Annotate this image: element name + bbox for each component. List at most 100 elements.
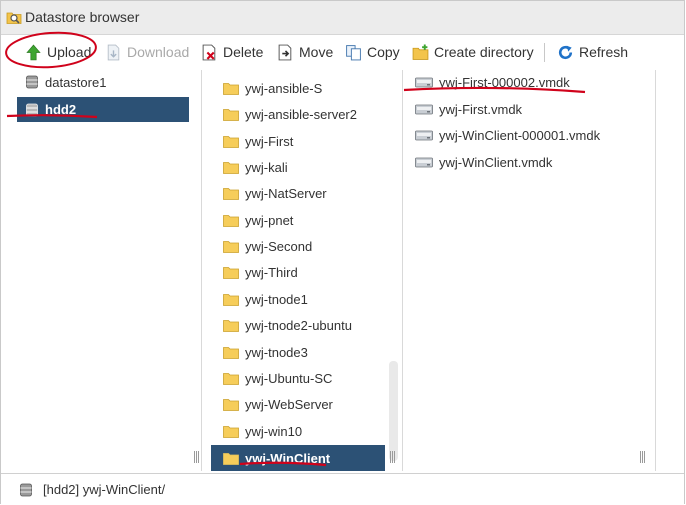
upload-label: Upload bbox=[47, 44, 92, 60]
column-resize-grip[interactable] bbox=[390, 451, 396, 463]
folder-item[interactable]: ywj-win10 bbox=[211, 419, 385, 443]
pane-divider bbox=[201, 70, 202, 471]
folder-icon bbox=[223, 398, 239, 411]
database-icon bbox=[20, 483, 32, 497]
download-icon bbox=[107, 44, 120, 60]
toolbar: Upload Download Delete Move Copy Create … bbox=[1, 35, 684, 69]
folder-label: ywj-kali bbox=[245, 159, 288, 175]
folder-item[interactable]: ywj-kali bbox=[211, 155, 385, 179]
file-list: ywj-First-000002.vmdk ywj-First.vmdk ywj… bbox=[403, 70, 655, 471]
folder-icon bbox=[223, 240, 239, 253]
folder-label: ywj-WinClient bbox=[245, 450, 331, 466]
datastore-browser-window: Datastore browser Upload Download Delete bbox=[0, 0, 685, 505]
folder-label: ywj-Ubuntu-SC bbox=[245, 370, 333, 386]
folder-label: ywj-win10 bbox=[245, 423, 303, 439]
folder-item[interactable]: ywj-Second bbox=[211, 234, 385, 258]
refresh-icon bbox=[558, 45, 573, 59]
folder-icon bbox=[223, 161, 239, 174]
file-item[interactable]: ywj-WinClient.vmdk bbox=[403, 150, 655, 174]
folder-icon bbox=[223, 293, 239, 306]
folder-item-selected[interactable]: ywj-WinClient bbox=[211, 445, 385, 471]
folder-icon bbox=[223, 266, 239, 279]
folder-icon bbox=[223, 108, 239, 121]
folder-item[interactable]: ywj-Ubuntu-SC bbox=[211, 366, 385, 390]
folder-item[interactable]: ywj-ansible-server2 bbox=[211, 102, 385, 126]
copy-button[interactable]: Copy bbox=[345, 35, 400, 69]
move-button[interactable]: Move bbox=[277, 35, 333, 69]
folder-label: ywj-First bbox=[245, 133, 294, 149]
folder-item[interactable]: ywj-pnet bbox=[211, 208, 385, 232]
file-label: ywj-WinClient-000001.vmdk bbox=[439, 127, 601, 143]
disk-file-icon bbox=[415, 104, 433, 115]
folder-list: ywj-ansible-S ywj-ansible-server2 ywj-Fi… bbox=[211, 70, 385, 471]
create-directory-button[interactable]: Create directory bbox=[412, 35, 534, 69]
folder-item[interactable]: ywj-tnode1 bbox=[211, 287, 385, 311]
disk-file-icon bbox=[415, 130, 433, 141]
folder-label: ywj-tnode2-ubuntu bbox=[245, 317, 352, 333]
database-icon bbox=[26, 75, 38, 89]
folder-icon bbox=[223, 214, 239, 227]
window-title: Datastore browser bbox=[25, 9, 140, 25]
folder-icon bbox=[223, 135, 239, 148]
folder-icon bbox=[223, 319, 239, 332]
search-folder-icon bbox=[6, 12, 22, 24]
folder-item[interactable]: ywj-tnode3 bbox=[211, 340, 385, 364]
column-resize-grip[interactable] bbox=[194, 451, 200, 463]
folder-icon bbox=[223, 452, 239, 465]
download-button[interactable]: Download bbox=[105, 35, 189, 69]
delete-label: Delete bbox=[223, 44, 264, 60]
folder-item[interactable]: ywj-Third bbox=[211, 260, 385, 284]
datastore-list: datastore1 hdd2 bbox=[17, 70, 189, 471]
copy-label: Copy bbox=[367, 44, 400, 60]
disk-file-icon bbox=[415, 77, 433, 88]
status-bar: [hdd2] ywj-WinClient/ bbox=[1, 473, 684, 505]
folder-icon bbox=[223, 82, 239, 95]
create-directory-label: Create directory bbox=[434, 44, 534, 60]
folder-label: ywj-pnet bbox=[245, 212, 294, 228]
upload-arrow-icon bbox=[26, 43, 41, 60]
folder-label: ywj-tnode1 bbox=[245, 291, 308, 307]
database-icon bbox=[26, 103, 38, 116]
file-label: ywj-WinClient.vmdk bbox=[439, 154, 553, 170]
folder-label: ywj-WebServer bbox=[245, 396, 333, 412]
datastore-label: datastore1 bbox=[45, 74, 107, 90]
pane-divider bbox=[655, 70, 656, 471]
move-label: Move bbox=[299, 44, 334, 60]
datastore-item-selected[interactable]: hdd2 bbox=[17, 97, 189, 122]
folder-label: ywj-Third bbox=[245, 264, 298, 280]
datastore-item[interactable]: datastore1 bbox=[17, 70, 189, 94]
folder-scrollbar[interactable] bbox=[389, 361, 398, 461]
column-resize-grip[interactable] bbox=[640, 451, 646, 463]
download-label: Download bbox=[127, 44, 190, 60]
file-item[interactable]: ywj-WinClient-000001.vmdk bbox=[403, 123, 655, 147]
refresh-label: Refresh bbox=[579, 44, 629, 60]
disk-file-icon bbox=[415, 157, 433, 168]
new-folder-icon bbox=[412, 44, 429, 60]
folder-icon bbox=[223, 187, 239, 200]
folder-icon bbox=[223, 346, 239, 359]
folder-label: ywj-ansible-S bbox=[245, 80, 323, 96]
folder-label: ywj-Second bbox=[245, 238, 313, 254]
folder-item[interactable]: ywj-ansible-S bbox=[211, 76, 385, 100]
upload-button[interactable]: Upload bbox=[25, 35, 91, 69]
file-item[interactable]: ywj-First-000002.vmdk bbox=[403, 70, 655, 94]
delete-button[interactable]: Delete bbox=[201, 35, 263, 69]
refresh-button[interactable]: Refresh bbox=[557, 35, 628, 69]
file-label: ywj-First.vmdk bbox=[439, 101, 523, 117]
folder-item[interactable]: ywj-NatServer bbox=[211, 181, 385, 205]
folder-item[interactable]: ywj-tnode2-ubuntu bbox=[211, 313, 385, 337]
folder-item[interactable]: ywj-WebServer bbox=[211, 392, 385, 416]
copy-icon bbox=[346, 44, 361, 60]
delete-icon bbox=[202, 44, 216, 60]
folder-icon bbox=[223, 372, 239, 385]
folder-label: ywj-ansible-server2 bbox=[245, 106, 357, 122]
datastore-label: hdd2 bbox=[45, 102, 77, 117]
folder-label: ywj-tnode3 bbox=[245, 344, 308, 360]
title-bar: Datastore browser bbox=[1, 1, 684, 35]
file-item[interactable]: ywj-First.vmdk bbox=[403, 97, 655, 121]
move-icon bbox=[278, 44, 292, 60]
folder-label: ywj-NatServer bbox=[245, 185, 327, 201]
toolbar-separator bbox=[544, 43, 545, 62]
folder-item[interactable]: ywj-First bbox=[211, 129, 385, 153]
folder-icon bbox=[223, 425, 239, 438]
